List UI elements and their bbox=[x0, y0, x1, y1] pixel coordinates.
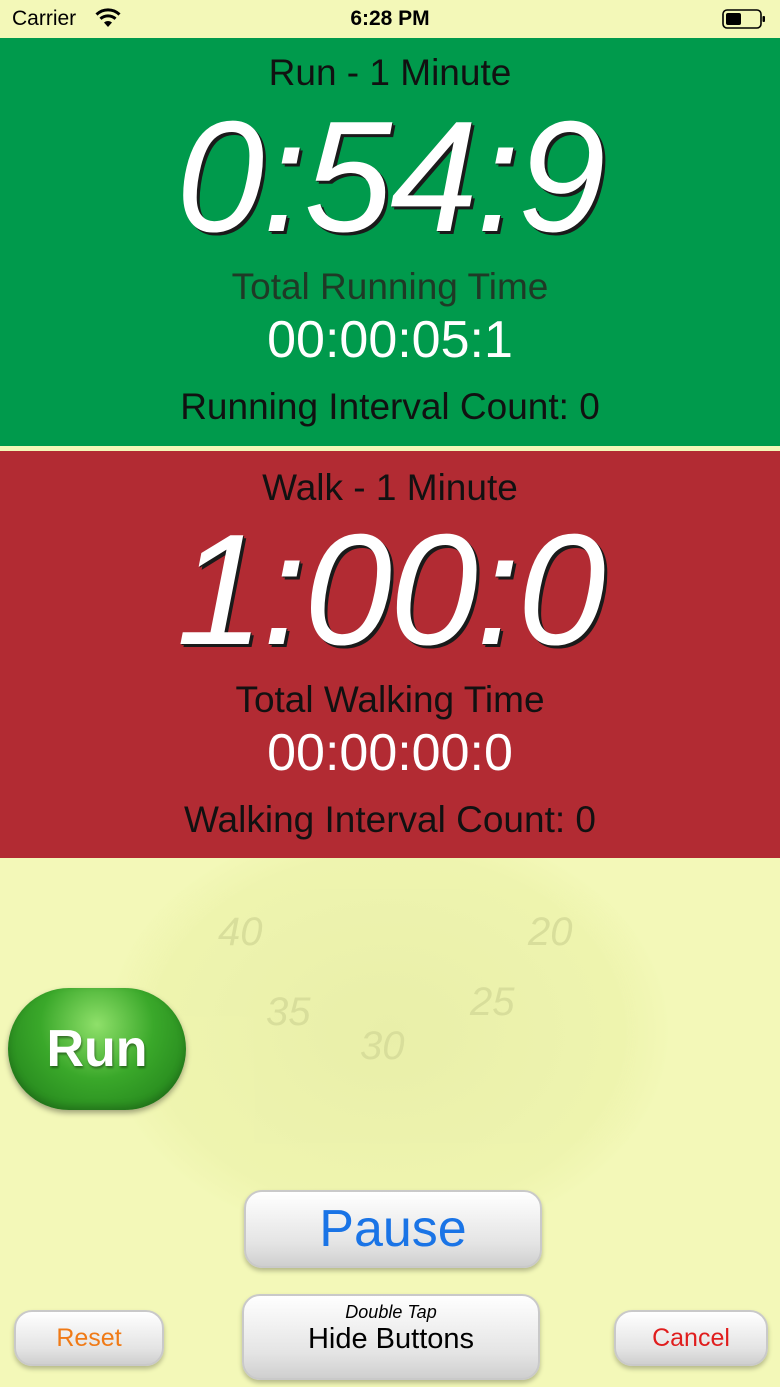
walk-panel: Walk - 1 Minute 1:00:0 Total Walking Tim… bbox=[0, 451, 780, 858]
dial-number: 30 bbox=[360, 1024, 405, 1068]
double-tap-hint: Double Tap bbox=[345, 1302, 437, 1322]
total-running-time: 00:00:05:1 bbox=[267, 311, 513, 369]
status-time: 6:28 PM bbox=[350, 7, 430, 30]
dial-number: 40 bbox=[218, 910, 263, 954]
pause-button[interactable]: Pause bbox=[244, 1190, 542, 1268]
dial-number: 25 bbox=[470, 980, 515, 1024]
walk-countdown: 1:00:0 bbox=[176, 502, 605, 678]
dial-number: 35 bbox=[266, 990, 311, 1034]
dial-number: 20 bbox=[528, 910, 573, 954]
total-walking-time: 00:00:00:0 bbox=[267, 724, 513, 782]
reset-button[interactable]: Reset bbox=[14, 1310, 164, 1366]
run-button[interactable]: Run bbox=[8, 988, 186, 1110]
stopwatch-watermark: 40 20 35 25 30 bbox=[108, 822, 668, 1242]
hide-buttons-button[interactable]: Double Tap Hide Buttons bbox=[242, 1294, 540, 1380]
walking-interval-count: Walking Interval Count: 0 bbox=[184, 799, 596, 840]
battery-icon bbox=[722, 9, 765, 29]
hide-buttons-label: Hide Buttons bbox=[307, 1323, 475, 1355]
running-interval-count: Running Interval Count: 0 bbox=[180, 386, 600, 427]
status-bar: Carrier 6:28 PM bbox=[0, 0, 780, 38]
total-walking-label: Total Walking Time bbox=[235, 679, 545, 720]
cancel-button[interactable]: Cancel bbox=[614, 1310, 768, 1366]
run-panel: Run - 1 Minute 0:54:9 Total Running Time… bbox=[0, 38, 780, 446]
total-running-label: Total Running Time bbox=[231, 266, 549, 307]
run-countdown: 0:54:9 bbox=[176, 89, 605, 265]
run-title: Run - 1 Minute bbox=[268, 52, 512, 93]
